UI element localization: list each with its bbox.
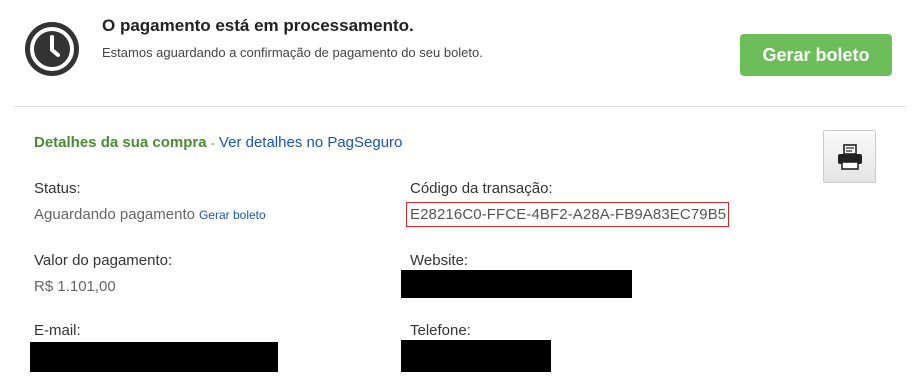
status-description: Estamos aguardando a confirmação de paga…: [102, 45, 483, 60]
divider: [14, 106, 906, 107]
ver-detalhes-link[interactable]: Ver detalhes no PagSeguro: [219, 134, 402, 151]
transaction-code-label: Código da transação:: [410, 180, 553, 197]
print-button[interactable]: [823, 130, 876, 183]
clock-icon: [24, 21, 80, 77]
amount-label: Valor do pagamento:: [34, 252, 173, 269]
details-heading: Detalhes da sua compra - Ver detalhes no…: [34, 134, 402, 151]
website-label: Website:: [410, 252, 469, 269]
details-title: Detalhes da sua compra: [34, 134, 207, 151]
transaction-code-value: E28216C0-FFCE-4BF2-A28A-FB9A83EC79B5: [406, 202, 730, 227]
redacted-website: [401, 270, 632, 298]
status-label: Status:: [34, 180, 81, 197]
gerar-boleto-link[interactable]: Gerar boleto: [199, 208, 266, 222]
status-title: O pagamento está em processamento.: [102, 16, 414, 35]
printer-icon: [837, 143, 862, 170]
details-separator: -: [210, 136, 215, 150]
amount-value: R$ 1.101,00: [34, 278, 116, 295]
redacted-phone: [401, 340, 551, 372]
redacted-email: [30, 342, 278, 372]
gerar-boleto-button[interactable]: Gerar boleto: [740, 34, 892, 76]
phone-label: Telefone:: [410, 322, 471, 339]
email-label: E-mail:: [34, 322, 81, 339]
status-value: Aguardando pagamento: [34, 206, 195, 223]
status-value-row: Aguardando pagamento Gerar boleto: [34, 206, 266, 223]
